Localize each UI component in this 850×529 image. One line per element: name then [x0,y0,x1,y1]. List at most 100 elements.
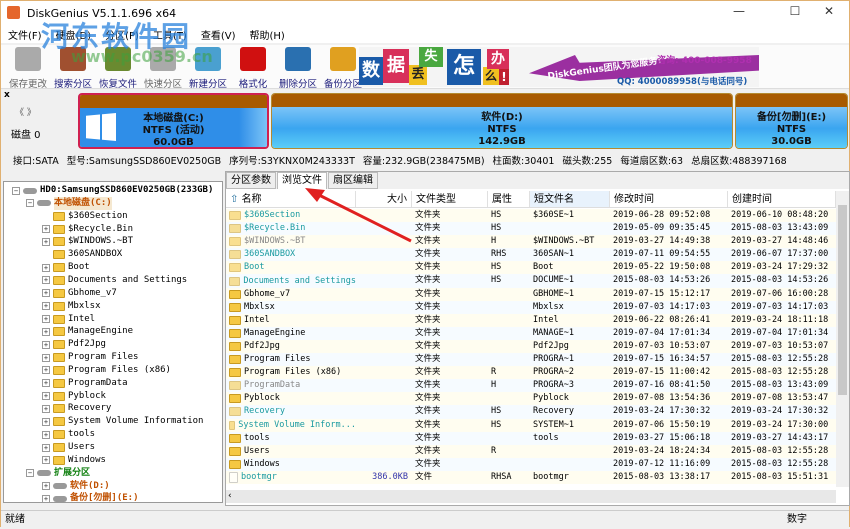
tree-label: ProgramData [68,377,128,388]
expand-toggle-icon[interactable]: + [42,366,50,375]
column-header[interactable]: 创建时间 [728,191,836,207]
table-row[interactable]: 360SANDBOX 文件夹 RHS 360SAN~1 2019-07-11 09:54… [226,248,836,262]
partition-e[interactable]: 备份[勿删](E:) NTFS 30.0GB [735,93,848,149]
tree-node-c[interactable]: − 本地磁盘(C:) [26,196,112,210]
tree-node-d[interactable]: + 软件(D:) [42,480,110,493]
expand-toggle-icon[interactable]: − [12,186,20,195]
tree-node-folder[interactable]: + Program Files (x86) [42,364,171,377]
table-row[interactable]: Intel 文件夹 Intel 2019-06-22 08:26:41 2019-03-… [226,313,836,327]
tree-node-folder[interactable]: + $Recycle.Bin [42,223,133,236]
format-icon [240,47,266,71]
table-row[interactable]: Windows 文件夹 2019-07-12 11:16:09 2015-08-03 … [226,457,836,471]
close-button[interactable]: ✕ [809,4,849,22]
table-row[interactable]: Boot 文件夹 HS Boot 2019-05-22 19:50:08 2019-03-… [226,261,836,275]
tree-node-extended[interactable]: − 扩展分区 [26,467,90,480]
tree-node-folder[interactable]: + Windows [42,454,106,467]
expand-toggle-icon[interactable]: + [42,456,50,465]
tree-node-folder[interactable]: + Gbhome_v7 [42,287,117,300]
expand-toggle-icon[interactable]: + [42,482,50,491]
tree-node-disk[interactable]: − HD0:SamsungSSD860EV0250GB(233GB) [12,184,213,197]
table-row[interactable]: Pyblock 文件夹 Pyblock 2019-07-08 13:54:36 2019… [226,392,836,406]
table-row[interactable]: Recovery 文件夹 HS Recovery 2019-03-24 17:30:32… [226,405,836,419]
expand-toggle-icon[interactable]: + [42,263,50,272]
tree-node-folder[interactable]: + System Volume Information [42,415,203,428]
tree-node-folder[interactable]: + Documents and Settings [42,274,187,287]
expand-toggle-icon[interactable]: + [42,392,50,401]
column-header[interactable]: 文件类型 [412,191,488,207]
expand-toggle-icon[interactable]: + [42,315,50,323]
menu-item[interactable]: 查看(V) [194,27,243,42]
table-row[interactable]: Gbhome_v7 文件夹 GBHOME~1 2019-07-15 15:12:17 2… [226,287,836,301]
cell-2: 文件 [415,471,433,482]
tree-node-folder[interactable]: + Pdf2Jpg [42,338,106,351]
tree-node-folder[interactable]: + Boot [42,261,90,274]
cell-5: 2019-07-11 09:54:55 [613,249,711,260]
table-row[interactable]: Users 文件夹 R 2019-03-24 18:24:34 2015-08-03 1… [226,444,836,458]
sort-up-icon[interactable]: ⇧ [230,194,242,205]
column-header[interactable]: 修改时间 [610,191,728,207]
tree-node-folder[interactable]: + $WINDOWS.~BT [42,235,133,248]
expand-toggle-icon[interactable]: + [42,327,50,336]
tree-node-folder[interactable]: + Users [42,441,95,454]
file-list[interactable]: $360Section 文件夹 HS $360SE~1 2019-06-28 09:52… [226,209,836,485]
expand-toggle-icon[interactable]: + [42,289,50,298]
table-row[interactable]: ManageEngine 文件夹 MANAGE~1 2019-07-04 17:01:… [226,326,836,340]
tree-node-folder[interactable]: + Intel [42,313,95,326]
table-row[interactable]: System Volume Inform... 文件夹 HS SYSTEM~1 2019… [226,418,836,432]
partition-c[interactable]: 本地磁盘(C:) NTFS (活动) 60.0GB [78,93,269,149]
expand-toggle-icon[interactable]: + [42,379,50,388]
close-icon[interactable]: x [4,90,10,100]
table-row[interactable]: Documents and Settings 文件夹 HS DOCUME~1 2015-… [226,274,836,288]
expand-toggle-icon[interactable]: + [42,302,50,311]
scrollbar-thumb[interactable] [838,205,847,395]
tree-node-folder[interactable]: 360SANDBOX [42,248,122,261]
tree-node-folder[interactable]: + ProgramData [42,377,128,390]
expand-toggle-icon[interactable]: + [42,340,50,349]
table-row[interactable]: Pdf2Jpg 文件夹 Pdf2Jpg 2019-07-03 10:53:07 2019… [226,339,836,354]
table-row[interactable]: Program Files 文件夹 PROGRA~1 2019-07-15 16:34… [226,353,836,367]
tree-node-folder[interactable]: + Program Files [42,351,138,364]
partition-tree[interactable]: − HD0:SamsungSSD860EV0250GB(233GB) − 本地磁盘(C… [3,181,223,503]
table-row[interactable]: Program Files (x86) 文件夹 R PROGRA~2 2019-07-1… [226,366,836,380]
cell-4: Mbxlsx [533,301,564,312]
table-row[interactable]: Mbxlsx 文件夹 Mbxlsx 2019-07-03 14:17:03 2019-0… [226,300,836,314]
expand-toggle-icon[interactable]: + [42,430,50,439]
tree-node-folder[interactable]: + tools [42,428,95,441]
column-header[interactable]: 短文件名 [530,191,610,207]
expand-toggle-icon[interactable]: + [42,237,50,246]
ad-banner[interactable]: 数 据 丢 失 怎 么 办 ! DiskGenius团队为您服务! 咨询: 40… [359,47,759,87]
tree-node-folder[interactable]: + Mbxlsx [42,300,101,313]
table-row[interactable]: ProgramData 文件夹 H PROGRA~3 2019-07-16 08:41:… [226,379,836,393]
expand-toggle-icon[interactable]: + [42,404,50,413]
disk-nav-arrows[interactable]: 《 》 [15,105,36,118]
table-row[interactable]: tools 文件夹 tools 2019-03-27 15:06:18 2019-03-… [226,431,836,445]
expand-toggle-icon[interactable]: − [26,469,34,478]
tree-node-folder[interactable]: + ManageEngine [42,325,133,338]
expand-toggle-icon[interactable]: + [42,276,50,285]
menu-item[interactable]: 帮助(H) [243,27,292,42]
expand-toggle-icon[interactable]: + [42,443,50,452]
vertical-scrollbar[interactable] [836,191,849,487]
cell-6: 2019-07-04 17:01:34 [731,327,829,338]
toolbar-button[interactable]: 删除分区 [275,47,321,90]
expand-toggle-icon[interactable]: + [42,417,50,426]
tree-label: 360SANDBOX [68,249,123,260]
cell-0: Boot [226,261,356,274]
tree-node-folder[interactable]: + Pyblock [42,390,106,403]
toolbar-button[interactable]: 格式化 [230,47,276,90]
tab-0[interactable]: 分区参数 [226,172,276,189]
horizontal-scrollbar[interactable]: ‹ [226,490,836,503]
table-row[interactable]: bootmgr 386.0KB 文件 RHSA bootmgr 2015-08-03 13… [226,470,836,484]
tree-node-folder[interactable]: $360Section [42,210,128,223]
expand-toggle-icon[interactable]: − [26,199,34,208]
column-header[interactable]: 属性 [488,191,530,207]
tree-node-folder[interactable]: + Recovery [42,402,111,415]
tree-node-e[interactable]: + 备份[勿删](E:) [42,492,139,502]
toolbar-label: 删除分区 [278,79,317,90]
expand-toggle-icon[interactable]: + [42,353,50,362]
expand-toggle-icon[interactable]: + [42,225,50,234]
partition-d[interactable]: 软件(D:) NTFS 142.9GB [271,93,733,149]
expand-toggle-icon[interactable]: + [42,494,50,502]
cell-6: 2019-03-27 14:43:17 [731,432,829,443]
minimize-button[interactable]: — [719,4,759,22]
